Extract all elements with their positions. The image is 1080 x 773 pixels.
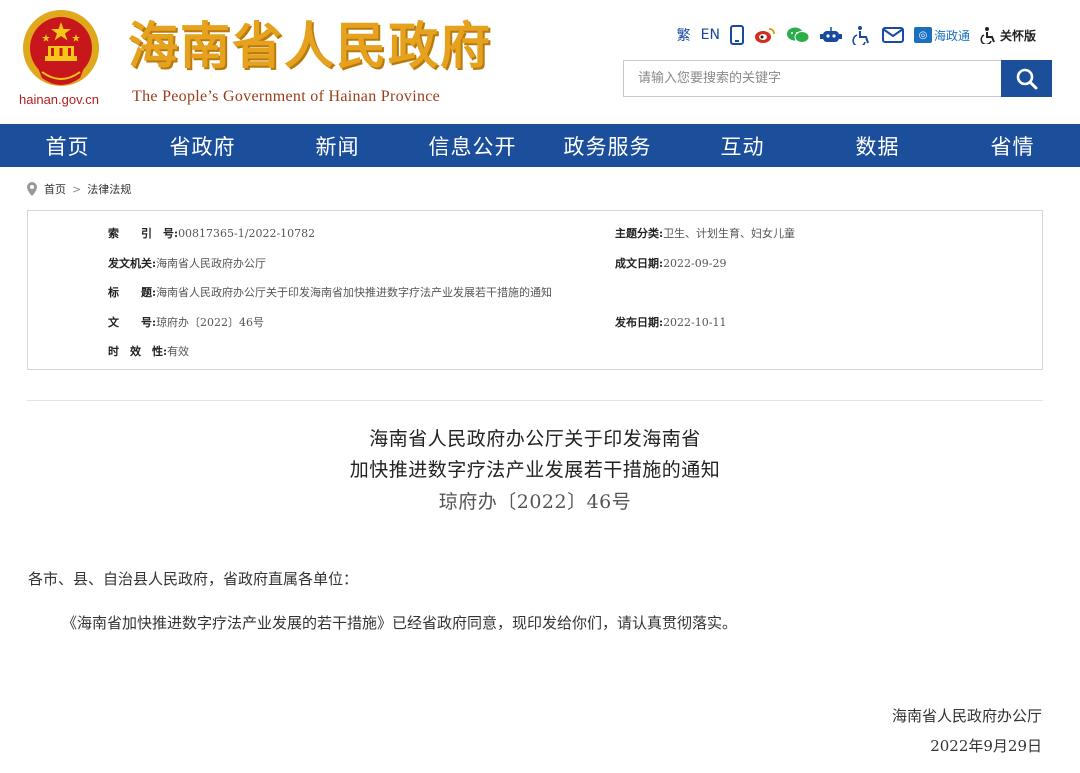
header-toolbar: 繁 EN ◎ 海政通 关怀版 (677, 22, 1036, 48)
meta-title: 标 题:海南省人民政府办公厅关于印发海南省加快推进数字疗法产业发展若干措施的通知 (108, 284, 552, 300)
search-icon (1016, 68, 1037, 89)
meta-topic-value: 卫生、计划生育、妇女儿童 (663, 227, 796, 240)
meta-created-label: 成文日期: (615, 257, 664, 270)
site-subtitle: The People’s Government of Hainan Provin… (132, 88, 441, 105)
care-mode-label: 关怀版 (999, 28, 1036, 43)
wechat-icon[interactable] (786, 23, 810, 47)
nav-item-data[interactable]: 数据 (810, 124, 945, 167)
meta-validity-value: 有效 (167, 345, 190, 358)
meta-topic: 主题分类:卫生、计划生育、妇女儿童 (615, 225, 795, 241)
search-input[interactable] (624, 61, 1002, 96)
meta-created: 成文日期:2022-09-29 (615, 255, 726, 271)
main-nav: 首页 省政府 新闻 信息公开 政务服务 互动 数据 省情 (0, 124, 1080, 167)
document-signer: 海南省人民政府办公厅 (891, 707, 1042, 725)
meta-docno: 文 号:琼府办〔2022〕46号 (108, 314, 264, 330)
national-emblem-icon[interactable] (20, 8, 102, 92)
hainantong-label: 海政通 (933, 28, 970, 43)
meta-published-label: 发布日期: (615, 316, 664, 329)
site-title[interactable]: 海南省人民政府 (128, 16, 492, 76)
search-button[interactable] (1001, 60, 1052, 97)
search-box (623, 60, 1052, 97)
meta-published-value: 2022-10-11 (663, 316, 727, 329)
meta-issuer: 发文机关:海南省人民政府办公厅 (108, 255, 266, 271)
location-pin-icon (27, 182, 37, 196)
document-title-line1: 海南省人民政府办公厅关于印发海南省 (369, 428, 701, 450)
nav-item-province-info[interactable]: 省情 (945, 124, 1080, 167)
document-date: 2022年9月29日 (930, 737, 1042, 755)
mail-icon[interactable] (881, 23, 904, 47)
meta-validity-label: 时 效 性: (108, 345, 168, 358)
nav-item-news[interactable]: 新闻 (270, 124, 405, 167)
document-title-line2: 加快推进数字疗法产业发展若干措施的通知 (349, 459, 721, 481)
breadcrumb: 首页 > 法律法规 (26, 180, 131, 198)
meta-topic-label: 主题分类: (615, 227, 664, 240)
weibo-icon[interactable] (754, 23, 776, 47)
meta-published: 发布日期:2022-10-11 (615, 314, 726, 330)
meta-docno-value: 琼府办〔2022〕46号 (156, 316, 265, 329)
document-body: 《海南省加快推进数字疗法产业发展的若干措施》已经省政府同意，现印发给你们，请认真… (62, 614, 738, 632)
traditional-chinese-link[interactable]: 繁 (677, 23, 691, 47)
meta-index: 索 引 号:00817365-1/2022-10782 (108, 225, 315, 241)
breadcrumb-separator: > (72, 182, 82, 196)
document-metadata: 索 引 号:00817365-1/2022-10782 主题分类:卫生、计划生育… (27, 210, 1043, 370)
accessibility-icon[interactable] (852, 23, 872, 47)
meta-issuer-label: 发文机关: (108, 257, 157, 270)
care-mode-link[interactable]: 关怀版 (980, 23, 1036, 47)
nav-item-provincial-government[interactable]: 省政府 (135, 124, 270, 167)
meta-validity: 时 效 性:有效 (108, 343, 189, 359)
nav-item-interaction[interactable]: 互动 (675, 124, 810, 167)
meta-index-value: 00817365-1/2022-10782 (178, 227, 316, 240)
meta-created-value: 2022-09-29 (663, 257, 727, 270)
english-link[interactable]: EN (701, 23, 720, 47)
meta-title-value: 海南省人民政府办公厅关于印发海南省加快推进数字疗法产业发展若干措施的通知 (156, 286, 553, 299)
meta-index-label: 索 引 号: (108, 227, 179, 240)
document-salutation: 各市、县、自治县人民政府，省政府直属各单位： (28, 570, 359, 588)
nav-item-information-disclosure[interactable]: 信息公开 (405, 124, 540, 167)
nav-item-home[interactable]: 首页 (0, 124, 135, 167)
site-header: hainan.gov.cn 海南省人民政府 The People’s Gover… (0, 0, 1080, 124)
breadcrumb-current[interactable]: 法律法规 (87, 181, 131, 197)
site-domain: hainan.gov.cn (19, 92, 99, 107)
meta-docno-label: 文 号: (108, 316, 157, 329)
meta-title-label: 标 题: (108, 286, 157, 299)
hainantong-icon: ◎ (913, 27, 932, 43)
content-divider (27, 400, 1043, 401)
robot-icon[interactable] (819, 23, 842, 47)
breadcrumb-home[interactable]: 首页 (44, 181, 66, 197)
nav-item-government-services[interactable]: 政务服务 (540, 124, 675, 167)
care-mode-icon (980, 27, 995, 44)
hainantong-link[interactable]: ◎ 海政通 (913, 23, 970, 47)
mobile-icon[interactable] (729, 23, 744, 47)
meta-issuer-value: 海南省人民政府办公厅 (156, 257, 267, 270)
document-number: 琼府办〔2022〕46号 (438, 491, 632, 513)
